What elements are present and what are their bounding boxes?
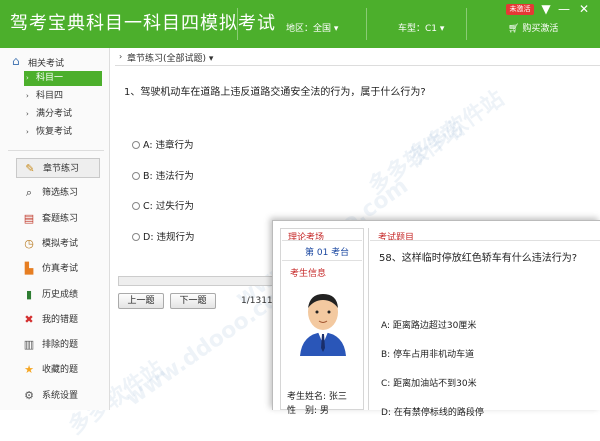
prev-question-button[interactable]: 上一题	[118, 293, 164, 309]
pencil-icon: ✎	[25, 162, 35, 175]
tree-item-label: 科目一	[36, 73, 64, 83]
watermark-text: 多多软件站	[364, 116, 469, 200]
radio-button[interactable]	[132, 141, 140, 149]
sidebar-item-label: 系统设置	[42, 390, 79, 401]
exam-question-title: 考试题目	[378, 233, 415, 243]
region-selector[interactable]: 地区：全国 ▾	[286, 21, 338, 34]
tree-item-label: 恢复考试	[36, 127, 73, 137]
exam-answer-option[interactable]: B: 停车占用非机动车道	[381, 347, 474, 360]
sidebar-item[interactable]: ⚙ 系统设置	[16, 386, 100, 406]
sidebar-item[interactable]: ▤ 套题练习	[16, 209, 100, 229]
chevron-right-icon: ›	[26, 128, 29, 136]
tree-item[interactable]: › 科目四	[24, 89, 102, 104]
sidebar-item[interactable]: ✖ 我的错题	[16, 310, 100, 330]
region-label: 地区：全国	[286, 24, 332, 34]
buy-activate-button[interactable]: 🛒︎ 购买激活	[508, 21, 558, 34]
answer-option-label: D: 违规行为	[143, 231, 195, 243]
tree-item-label: 科目四	[36, 91, 64, 101]
divider	[282, 240, 362, 241]
chevron-down-icon: ▾	[333, 24, 339, 34]
tree-item[interactable]: › 恢复考试	[24, 125, 102, 140]
answer-option[interactable]: A: 违章行为	[132, 137, 194, 151]
answer-option-label: A: 违章行为	[143, 140, 194, 151]
home-icon: ⌂	[12, 54, 20, 68]
clock-icon: ◷	[24, 236, 34, 250]
chevron-down-icon: ▾	[208, 54, 214, 64]
sidebar-item-label: 历史成绩	[42, 289, 79, 300]
sidebar-item[interactable]: ◷ 模拟考试	[16, 234, 100, 254]
related-exams-header: 相关考试	[28, 59, 65, 69]
sidebar-item[interactable]: ▥ 排除的题	[16, 335, 100, 355]
sidebar-item-label: 套题练习	[42, 213, 79, 224]
exam-answer-option[interactable]: C: 距离加油站不到30米	[381, 376, 477, 389]
sidebar-item-label: 模拟考试	[42, 238, 79, 249]
chapter-dropdown[interactable]: 章节练习(全部试题) ▾	[127, 51, 213, 64]
close-button[interactable]: ✕	[576, 2, 592, 16]
avatar	[300, 294, 346, 356]
inactive-badge: 未激活	[506, 4, 534, 15]
sidebar-item-label: 收藏的题	[42, 365, 79, 376]
car-icon: ▙	[24, 262, 34, 276]
menu-button[interactable]: ▼	[538, 2, 554, 16]
question-text: 1、驾驶机动车在道路上违反道路交通安全法的行为，属于什么行为?	[124, 87, 426, 98]
radio-button[interactable]	[132, 171, 140, 180]
answer-option[interactable]: C: 过失行为	[132, 198, 194, 212]
chevron-right-icon: ›	[26, 110, 29, 118]
chevron-right-icon: ›	[26, 92, 29, 100]
radio-button[interactable]	[132, 202, 140, 210]
answer-option-label: B: 违法行为	[143, 170, 194, 182]
divider	[366, 8, 367, 40]
exam-answer-option[interactable]: D: 在有禁停标线的路段停	[381, 405, 484, 418]
candidate-info-title: 考生信息	[290, 269, 327, 279]
sidebar-item-label: 仿真考试	[42, 264, 79, 275]
sidebar-item-label: 我的错题	[42, 314, 79, 325]
tree-item[interactable]: › 科目一	[24, 71, 102, 86]
sidebar-item-label: 排除的题	[42, 340, 79, 351]
gear-icon: ⚙	[24, 388, 34, 402]
sidebar-item-label: 筛选练习	[42, 188, 79, 199]
breadcrumb-label: 章节练习(全部试题)	[127, 54, 207, 64]
horizontal-scrollbar[interactable]	[118, 276, 278, 286]
radio-button[interactable]	[132, 232, 140, 241]
cartype-label: 车型：C1	[398, 24, 438, 34]
buy-activate-label: 购买激活	[522, 24, 559, 34]
tree-item[interactable]: › 满分考试	[24, 107, 102, 122]
chevron-right-icon: ›	[26, 74, 29, 82]
answer-option[interactable]: D: 违规行为	[132, 229, 195, 243]
sidebar-item[interactable]: ▙ 仿真考试	[16, 259, 100, 279]
chevron-right-icon: ›	[119, 52, 123, 61]
bar-chart-icon: ▮	[25, 287, 33, 301]
answer-option[interactable]: B: 违法行为	[132, 168, 194, 182]
minimize-button[interactable]: —	[556, 2, 572, 16]
divider	[8, 150, 104, 151]
divider	[370, 240, 600, 241]
page-counter: 1/1311	[241, 296, 273, 306]
cart-icon: 🛒︎	[508, 24, 520, 34]
sidebar-item[interactable]: ★ 收藏的题	[16, 360, 100, 380]
tree-item-label: 满分考试	[36, 109, 73, 119]
next-question-button[interactable]: 下一题	[170, 293, 216, 309]
exam-question-text: 58、这样临时停放红色轿车有什么违法行为?	[379, 253, 578, 264]
venue-title: 理论考场	[288, 233, 325, 243]
sidebar-item-label: 章节练习	[43, 164, 80, 174]
divider	[237, 8, 238, 40]
divider	[282, 260, 362, 261]
sidebar-item[interactable]: ▮ 历史成绩	[16, 285, 100, 305]
exam-answer-option[interactable]: A: 距离路边超过30厘米	[381, 318, 476, 331]
chevron-down-icon: ▾	[439, 24, 445, 34]
cartype-selector[interactable]: 车型：C1 ▾	[398, 21, 444, 34]
sidebar-item[interactable]: ✎ 章节练习	[16, 158, 100, 178]
star-icon: ★	[24, 363, 34, 377]
answer-option-label: C: 过失行为	[143, 201, 194, 212]
trash-icon: ▥	[23, 338, 35, 352]
sidebar-item[interactable]: ⌕ 筛选练习	[16, 183, 100, 203]
cross-icon: ✖	[24, 312, 34, 326]
seat-number: 第 01 考台	[305, 248, 350, 258]
divider	[466, 8, 467, 40]
candidate-name: 考生姓名: 张三	[287, 392, 347, 402]
search-icon: ⌕	[25, 186, 33, 200]
book-icon: ▤	[23, 211, 35, 225]
